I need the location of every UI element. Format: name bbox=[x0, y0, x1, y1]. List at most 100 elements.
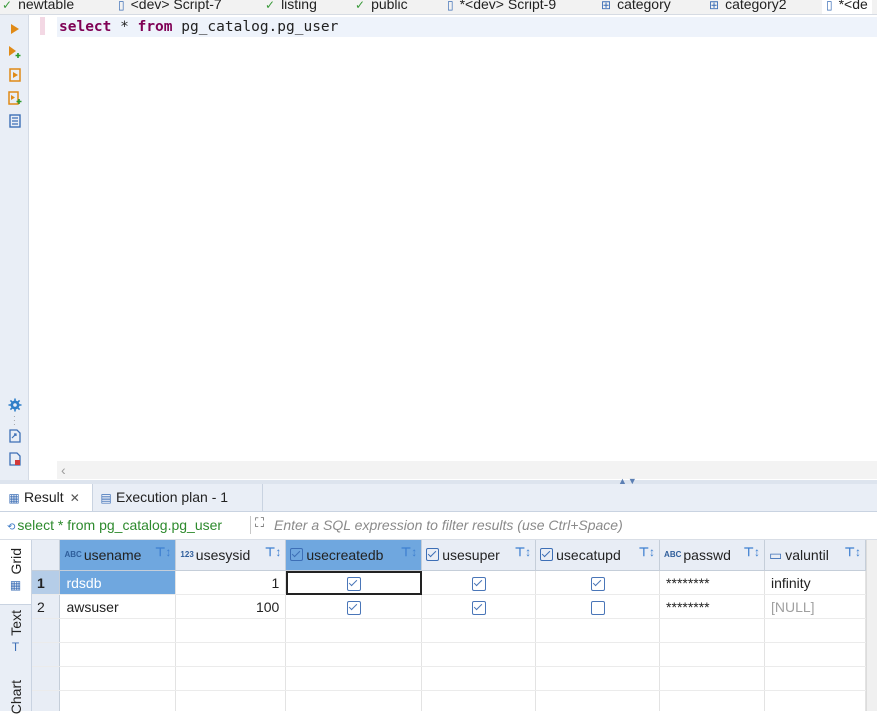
cell-usecreatedb[interactable] bbox=[285, 594, 423, 619]
editor-tab-category[interactable]: ⊞ category bbox=[601, 0, 671, 14]
load-script-button[interactable] bbox=[8, 452, 22, 466]
sql-text[interactable]: select * from pg_catalog.pg_user bbox=[59, 18, 338, 36]
boolean-type-icon bbox=[290, 548, 304, 561]
table-row[interactable]: 1 rdsdb 1 ******** infinity bbox=[32, 570, 866, 595]
row-number[interactable]: 2 bbox=[32, 594, 61, 619]
empty-row bbox=[32, 642, 866, 667]
column-header-usename[interactable]: ABC usename ⊤↕ bbox=[59, 540, 177, 571]
scroll-left-icon[interactable]: ‹ bbox=[61, 461, 66, 479]
editor-tab-public[interactable]: ✓ public bbox=[355, 0, 408, 14]
execute-in-new-tab-button[interactable] bbox=[8, 45, 22, 59]
text-type-icon: ABC bbox=[664, 550, 682, 559]
cell-passwd[interactable]: ******** bbox=[659, 570, 765, 595]
column-header-usecreatedb[interactable]: usecreatedb ⊤↕ bbox=[285, 540, 423, 571]
boolean-type-icon bbox=[540, 548, 554, 561]
results-tab-bar: ▦ Result ✕ ▤ Execution plan - 1 bbox=[0, 484, 877, 512]
cell-usesysid[interactable]: 1 bbox=[175, 570, 287, 595]
sort-filter-icon[interactable]: ⊤↕ bbox=[845, 545, 861, 559]
editor-tab-script-9[interactable]: ▯ *<dev> Script-9 bbox=[447, 0, 556, 14]
tab-text[interactable]: Text T bbox=[0, 610, 31, 672]
checkbox-checked-icon[interactable] bbox=[590, 576, 605, 591]
column-header-usesysid[interactable]: 123 usesysid ⊤↕ bbox=[175, 540, 287, 571]
grid-icon: ▦ bbox=[9, 578, 22, 593]
filter-input[interactable] bbox=[274, 517, 854, 533]
column-header-usesuper[interactable]: usesuper ⊤↕ bbox=[421, 540, 537, 571]
grid-header-row: ABC usename ⊤↕ 123 usesysid ⊤↕ usecreatedb… bbox=[32, 540, 866, 571]
sort-filter-icon[interactable]: ⊤↕ bbox=[155, 545, 171, 559]
editor-tab-script-7[interactable]: ▯ <dev> Script-7 bbox=[118, 0, 222, 14]
table-icon: ✓ bbox=[265, 0, 276, 12]
row-number[interactable]: 1 bbox=[32, 570, 61, 595]
empty-row bbox=[32, 666, 866, 691]
tab-result[interactable]: ▦ Result ✕ bbox=[0, 484, 93, 511]
plan-icon: ▤ bbox=[100, 491, 112, 505]
checkbox-checked-icon[interactable] bbox=[346, 600, 361, 615]
toolbar-separator: · · · bbox=[13, 412, 16, 429]
editor-horizontal-scrollbar[interactable]: ‹ bbox=[57, 461, 877, 479]
editor-tab-newtable[interactable]: ✓ newtable bbox=[2, 0, 74, 14]
editor-tab-category2[interactable]: ⊞ category2 bbox=[709, 0, 787, 14]
sql-keyword-select: select bbox=[59, 19, 112, 35]
editor-tab-listing[interactable]: ✓ listing bbox=[265, 0, 317, 14]
settings-button[interactable] bbox=[8, 398, 22, 412]
sql-table-name: pg_catalog.pg_user bbox=[172, 19, 339, 35]
sql-star: * bbox=[111, 19, 138, 35]
tab-chart[interactable]: Chart bbox=[0, 680, 31, 720]
sort-filter-icon[interactable]: ⊤↕ bbox=[401, 545, 417, 559]
script-icon: ▯ bbox=[826, 0, 833, 12]
cell-usename[interactable]: awsuser bbox=[59, 594, 177, 619]
editor-gutter bbox=[29, 15, 57, 461]
cell-usesysid[interactable]: 100 bbox=[175, 594, 287, 619]
view-mode-tabs: Grid ▦ Text T Chart bbox=[0, 540, 32, 714]
gear-icon bbox=[8, 398, 22, 412]
tab-execution-plan[interactable]: ▤ Execution plan - 1 bbox=[92, 484, 263, 511]
script-run-icon bbox=[9, 68, 21, 82]
grid-table-icon: ▦ bbox=[8, 491, 20, 505]
checkbox-checked-icon[interactable] bbox=[471, 576, 486, 591]
cell-usecreatedb[interactable] bbox=[285, 570, 423, 595]
cell-usecatupd[interactable] bbox=[535, 570, 661, 595]
cell-passwd[interactable]: ******** bbox=[659, 594, 765, 619]
editor-tab-active-script[interactable]: ▯ *<de bbox=[822, 0, 872, 14]
filter-expand-icon[interactable]: ⛶ bbox=[255, 515, 264, 531]
execute-script-new-tab-button[interactable] bbox=[8, 91, 22, 105]
active-query-label[interactable]: ⟲ select * from pg_catalog.pg_user bbox=[7, 517, 222, 533]
table-row[interactable]: 2 awsuser 100 ******** [NULL] bbox=[32, 594, 866, 619]
grid-vertical-scrollbar[interactable] bbox=[866, 540, 877, 711]
sql-keyword-from: from bbox=[137, 19, 173, 35]
column-header-usecatupd[interactable]: usecatupd ⊤↕ bbox=[535, 540, 661, 571]
line-marker bbox=[40, 17, 45, 35]
cell-usesuper[interactable] bbox=[421, 570, 537, 595]
execute-script-button[interactable] bbox=[8, 68, 22, 82]
checkbox-checked-icon[interactable] bbox=[346, 576, 361, 591]
query-icon: ⟲ bbox=[7, 522, 16, 533]
sort-filter-icon[interactable]: ⊤↕ bbox=[265, 545, 281, 559]
explain-plan-button[interactable] bbox=[8, 114, 22, 128]
text-type-icon: ABC bbox=[64, 550, 82, 559]
close-icon[interactable]: ✕ bbox=[70, 491, 80, 505]
column-header-passwd[interactable]: ABC passwd ⊤↕ bbox=[659, 540, 765, 571]
script-icon: ▯ bbox=[447, 0, 454, 12]
checkbox-checked-icon[interactable] bbox=[471, 600, 486, 615]
row-number-header[interactable] bbox=[32, 540, 61, 571]
sort-filter-icon[interactable]: ⊤↕ bbox=[515, 545, 531, 559]
cell-usename[interactable]: rdsdb bbox=[59, 570, 177, 595]
plan-icon bbox=[9, 114, 21, 128]
sort-filter-icon[interactable]: ⊤↕ bbox=[744, 545, 760, 559]
file-warning-icon bbox=[9, 452, 21, 466]
cell-usesuper[interactable] bbox=[421, 594, 537, 619]
tab-grid[interactable]: Grid ▦ bbox=[0, 540, 31, 605]
text-icon: T bbox=[11, 639, 20, 654]
filter-bar: ⟲ select * from pg_catalog.pg_user ⛶ bbox=[0, 512, 877, 540]
cell-usecatupd[interactable] bbox=[535, 594, 661, 619]
cell-valuntil[interactable]: infinity bbox=[764, 570, 866, 595]
checkbox-unchecked-icon[interactable] bbox=[590, 600, 605, 615]
export-button[interactable] bbox=[8, 429, 22, 443]
schema-icon: ✓ bbox=[355, 0, 366, 12]
cell-valuntil[interactable]: [NULL] bbox=[764, 594, 866, 619]
sql-editor[interactable]: select * from pg_catalog.pg_user ‹ bbox=[29, 15, 877, 480]
play-plus-icon bbox=[9, 46, 21, 58]
sort-filter-icon[interactable]: ⊤↕ bbox=[639, 545, 655, 559]
column-header-valuntil[interactable]: ▭ valuntil ⊤↕ bbox=[764, 540, 866, 571]
execute-statement-button[interactable] bbox=[8, 22, 22, 36]
